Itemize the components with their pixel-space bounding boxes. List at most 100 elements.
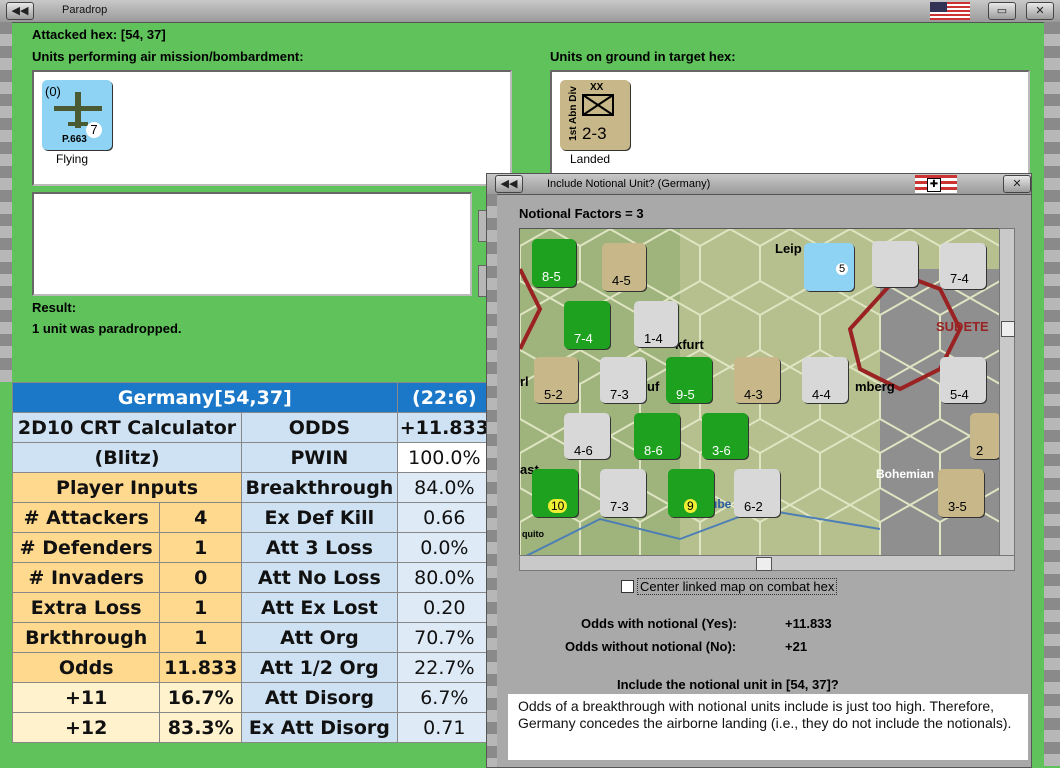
close-button[interactable]: ✕: [1026, 2, 1054, 20]
result-text: 1 unit was paradropped.: [32, 321, 182, 336]
odds-no-label: Odds without notional (No):: [565, 639, 737, 654]
result-value: 100.0%: [396, 442, 493, 473]
input-value[interactable]: 1: [159, 622, 243, 653]
map-counter[interactable]: 4-3: [734, 357, 780, 403]
counter-factors: 7-3: [610, 387, 629, 402]
result-value: +11.833: [396, 412, 493, 443]
air-unit-status: Flying: [56, 152, 89, 166]
counter-factors: 4-3: [744, 387, 763, 402]
linked-map[interactable]: Leip kfurt mberg SUDETE Bohemian rl ruf …: [519, 228, 1001, 557]
commentary-box: Odds of a breakthrough with notional uni…: [508, 694, 1028, 760]
dialog-close-button[interactable]: ✕: [1003, 175, 1031, 193]
input-label: +11: [11, 682, 161, 713]
crt-calc-line2: (Blitz): [11, 442, 243, 473]
map-counter[interactable]: 6-2: [734, 469, 780, 517]
input-label: Brkthrough: [11, 622, 161, 653]
map-label-quito: quito: [522, 529, 544, 539]
counter-factors: 3-5: [948, 499, 967, 514]
ground-unit-counter[interactable]: 1st Abn Div XX 2-3: [560, 80, 630, 150]
us-flag-icon: [930, 2, 970, 20]
map-counter[interactable]: 5: [804, 243, 854, 291]
result-label: Ex Def Kill: [241, 502, 398, 533]
result-label: Att Disorg: [241, 682, 398, 713]
map-counter[interactable]: 10: [532, 469, 578, 517]
counter-factors: 4-5: [612, 273, 631, 288]
german-flag-icon: ✚: [915, 175, 957, 193]
synth-oil-counter[interactable]: [872, 241, 918, 287]
dialog-title: Include Notional Unit? (Germany): [547, 178, 711, 190]
odds-yes-label: Odds with notional (Yes):: [581, 616, 737, 631]
map-counter[interactable]: 7-3: [600, 357, 646, 403]
input-label: # Invaders: [11, 562, 161, 593]
minimize-button[interactable]: ▭: [988, 2, 1016, 20]
counter-factors: 8-5: [542, 269, 561, 284]
result-value: 0.20: [396, 592, 493, 623]
air-unit-counter[interactable]: (0) P.663 7: [42, 80, 112, 150]
ground-unit-size: XX: [590, 82, 604, 93]
counter-factors: 7-4: [574, 331, 593, 346]
input-value[interactable]: 4: [159, 502, 243, 533]
counter-factors: 5-2: [544, 387, 563, 402]
result-value: 6.7%: [396, 682, 493, 713]
crt-timestamp: (22:6): [396, 382, 493, 413]
input-value[interactable]: 1: [159, 532, 243, 563]
air-unit-value: 7: [86, 122, 102, 138]
ground-units-label: Units on ground in target hex:: [550, 49, 736, 64]
input-label: +12: [11, 712, 161, 743]
center-map-label[interactable]: Center linked map on combat hex: [637, 578, 838, 595]
map-counter[interactable]: 1-4: [634, 301, 678, 347]
input-value[interactable]: 0: [159, 562, 243, 593]
result-label: ODDS: [241, 412, 398, 443]
map-counter[interactable]: 2: [970, 413, 1000, 459]
right-window-edge: [1044, 22, 1060, 766]
input-label: # Defenders: [11, 532, 161, 563]
map-vscroll-thumb[interactable]: [1001, 321, 1015, 337]
crt-calculator-table: Germany[54,37] (22:6) 2D10 CRT Calculato…: [11, 382, 493, 743]
map-label-bohemian: Bohemian: [876, 467, 935, 481]
map-counter[interactable]: 9: [668, 469, 714, 517]
input-value[interactable]: 1: [159, 592, 243, 623]
center-map-checkbox[interactable]: [621, 580, 634, 593]
input-label: Odds: [11, 652, 161, 683]
map-label-sudete: SUDETE: [936, 319, 989, 334]
ground-unit-status: Landed: [570, 152, 611, 166]
map-counter[interactable]: 4-5: [602, 243, 646, 291]
map-counter[interactable]: 8-6: [634, 413, 680, 459]
map-counter[interactable]: 8-5: [532, 239, 576, 287]
input-value: 83.3%: [159, 712, 243, 743]
odds-yes-value: +11.833: [785, 616, 832, 631]
counter-factors: 9: [684, 499, 697, 513]
map-counter[interactable]: 9-5: [666, 357, 712, 403]
dialog-title-bar: ◀◀ Include Notional Unit? (Germany) ✚ ✕: [487, 174, 1031, 195]
counter-factors: 8-6: [644, 443, 663, 458]
map-counter[interactable]: 4-4: [802, 357, 848, 403]
input-value: 11.833: [159, 652, 243, 683]
odds-no-value: +21: [785, 639, 808, 654]
map-hscroll-thumb[interactable]: [756, 557, 772, 571]
map-horizontal-scrollbar[interactable]: [519, 555, 1015, 571]
map-counter[interactable]: 7-4: [940, 243, 986, 289]
map-counter[interactable]: 7-3: [600, 469, 646, 517]
map-counter[interactable]: 5-2: [534, 357, 578, 403]
dialog-collapse-button[interactable]: ◀◀: [495, 175, 523, 193]
counter-factors: 4-4: [812, 387, 831, 402]
map-label-leip: Leip: [775, 241, 802, 256]
player-inputs-header: Player Inputs: [11, 472, 243, 503]
counter-factors: 10: [548, 499, 568, 513]
map-vertical-scrollbar[interactable]: [999, 228, 1015, 557]
air-units-label: Units performing air mission/bombardment…: [32, 49, 304, 64]
ground-unit-name: 1st Abn Div: [567, 86, 579, 141]
map-counter[interactable]: 7-4: [564, 301, 610, 349]
input-label: # Attackers: [11, 502, 161, 533]
counter-factors: 4-6: [574, 443, 593, 458]
left-window-edge: [0, 22, 12, 382]
map-counter[interactable]: 3-6: [702, 413, 748, 459]
counter-factors: 2: [976, 443, 984, 458]
input-label: Extra Loss: [11, 592, 161, 623]
map-counter[interactable]: 3-5: [938, 469, 984, 517]
collapse-button[interactable]: ◀◀: [6, 2, 34, 20]
map-counter[interactable]: 4-6: [564, 413, 610, 459]
result-value: 70.7%: [396, 622, 493, 653]
map-label-kfurt: kfurt: [675, 337, 704, 352]
map-counter[interactable]: 5-4: [940, 357, 986, 403]
